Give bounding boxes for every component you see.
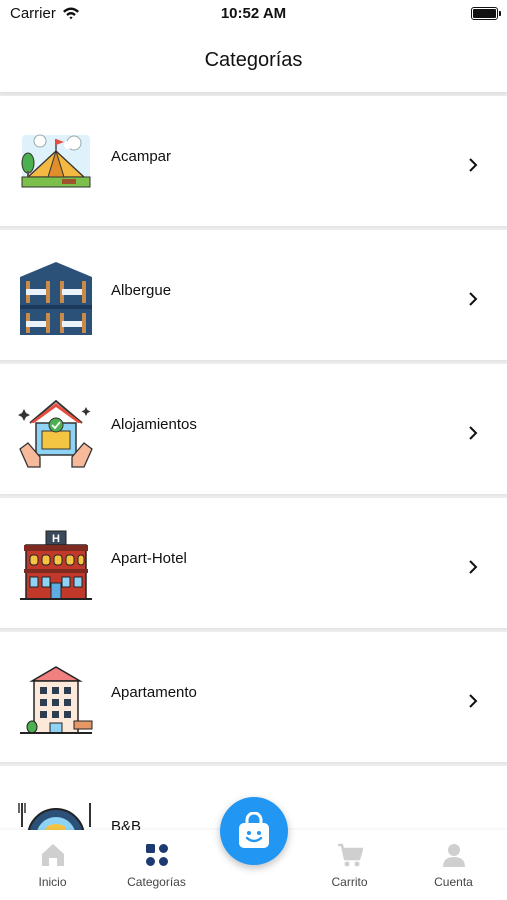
tent-icon <box>21 134 91 188</box>
tab-label: Categorías <box>127 875 186 889</box>
bunk-bed-icon <box>20 262 92 335</box>
page-title: Categorías <box>204 49 303 71</box>
category-row-apartamento[interactable]: Apartamento <box>0 632 507 762</box>
category-row-alojamientos[interactable]: Alojamientos <box>0 364 507 494</box>
tab-categorias[interactable]: Categorías <box>106 830 207 900</box>
tab-label: Carrito <box>331 875 368 889</box>
nav-header: Categorías <box>0 30 507 92</box>
chevron-right-icon <box>469 426 478 440</box>
battery-icon <box>471 7 501 20</box>
category-row-albergue[interactable]: Albergue <box>0 230 507 360</box>
tab-label: Inicio <box>38 875 67 889</box>
chevron-right-icon <box>469 560 478 574</box>
chevron-right-icon <box>469 158 478 172</box>
shopping-bag-button[interactable] <box>220 797 288 865</box>
user-icon <box>443 844 465 867</box>
home-icon <box>42 844 64 866</box>
category-label: Acampar <box>111 148 172 165</box>
clock: 10:52 AM <box>220 5 287 22</box>
chevron-right-icon <box>469 292 478 306</box>
tab-inicio[interactable]: Inicio <box>2 830 103 900</box>
category-label: Apart-Hotel <box>111 550 187 567</box>
category-row-acampar[interactable]: Acampar <box>0 96 507 226</box>
svg-text:H: H <box>52 533 60 545</box>
tab-cuenta[interactable]: Cuenta <box>403 830 504 900</box>
tab-label: Cuenta <box>434 875 473 889</box>
category-label: Apartamento <box>111 684 197 701</box>
hotel-building-icon: H <box>20 530 92 600</box>
cart-icon <box>338 843 363 867</box>
status-bar: Carrier 10:52 AM <box>0 0 507 30</box>
house-hands-icon <box>18 399 93 468</box>
shopping-bag-icon <box>239 812 269 848</box>
tab-carrito[interactable]: Carrito <box>299 830 400 900</box>
category-label: Albergue <box>111 282 172 299</box>
categories-icon <box>146 844 168 866</box>
category-label: Alojamientos <box>111 416 197 433</box>
chevron-right-icon <box>469 694 478 708</box>
category-row-apart-hotel[interactable]: H Apart-Hotel <box>0 498 507 628</box>
apartment-building-icon <box>20 666 93 734</box>
